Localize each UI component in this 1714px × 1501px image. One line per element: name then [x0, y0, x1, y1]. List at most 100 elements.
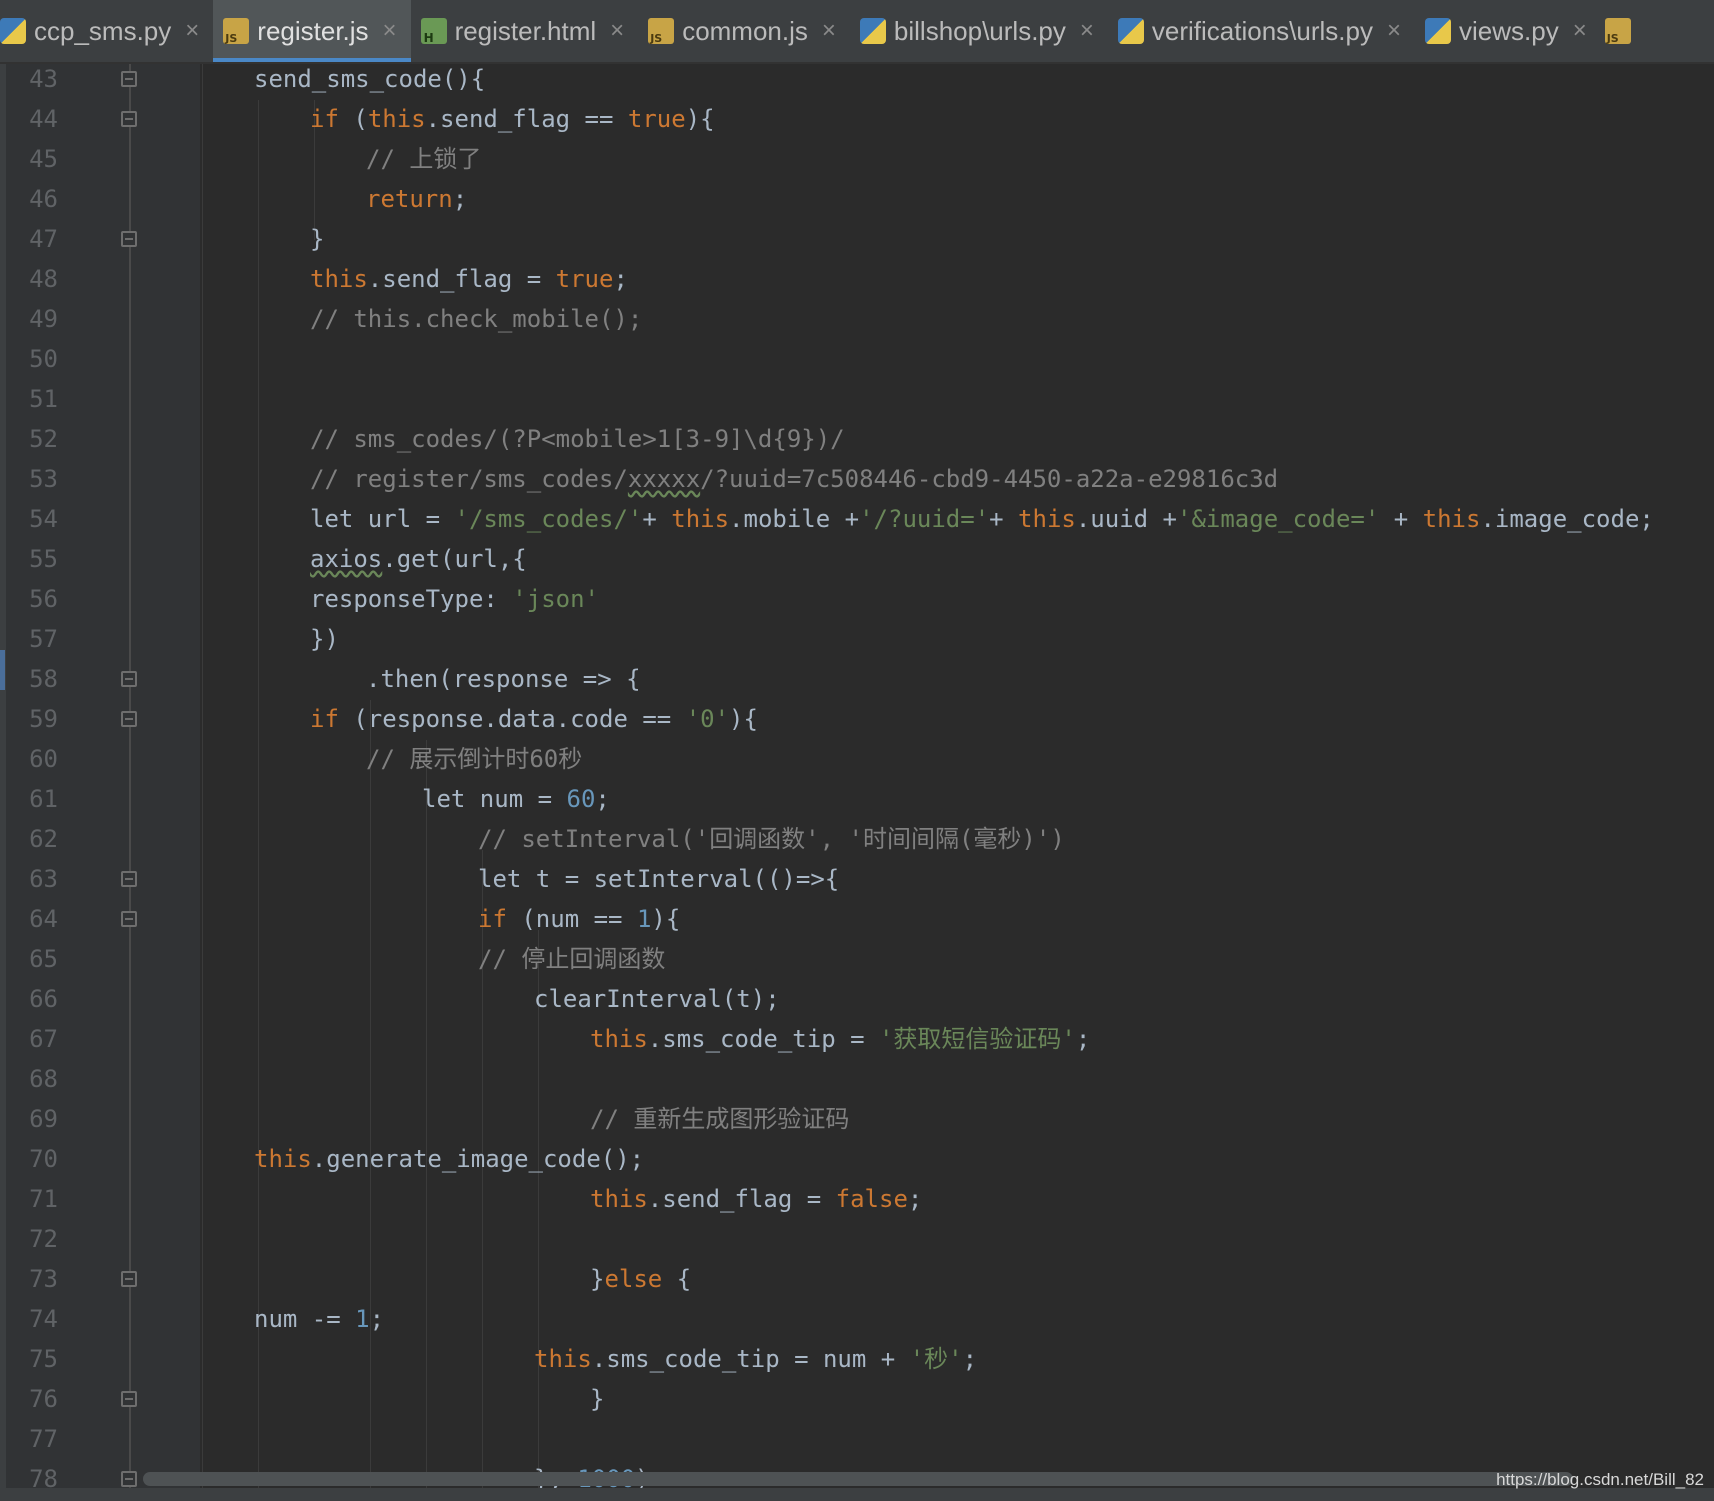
- code-token: ;: [1075, 1025, 1091, 1053]
- fold-toggle-icon[interactable]: [121, 1391, 137, 1407]
- code-line[interactable]: 63 let t = setInterval(()=>{: [0, 859, 1714, 899]
- code-line[interactable]: 60 // 展示倒计时60秒: [0, 739, 1714, 779]
- line-number: 71: [29, 1185, 58, 1213]
- code-line[interactable]: 58 .then(response => {: [0, 659, 1714, 699]
- tab-common-js[interactable]: common.js ×: [638, 0, 850, 62]
- fold-toggle-icon[interactable]: [121, 71, 137, 87]
- code-token: '/?uuid=': [859, 505, 990, 533]
- code-line[interactable]: 65 // 停止回调函数: [0, 939, 1714, 979]
- python-file-icon: [1117, 18, 1144, 44]
- code-line[interactable]: 45 // 上锁了: [0, 139, 1714, 179]
- code-token: this: [1422, 505, 1481, 533]
- code-line[interactable]: 61 let num = 60;: [0, 779, 1714, 819]
- line-number: 55: [29, 545, 58, 573]
- fold-toggle-icon[interactable]: [121, 1271, 137, 1287]
- code-line[interactable]: 59 if (response.data.code == '0'){: [0, 699, 1714, 739]
- tab-register-js[interactable]: register.js ×: [213, 0, 411, 62]
- code-line[interactable]: 73}else {: [0, 1259, 1714, 1299]
- code-token: (response.data.code ==: [338, 705, 686, 733]
- line-number: 54: [29, 505, 58, 533]
- line-number: 57: [29, 625, 58, 653]
- code-token: return: [366, 185, 453, 213]
- code-token: '获取短信验证码': [878, 1025, 1076, 1053]
- code-line[interactable]: 54 let url = '/sms_codes/'+ this.mobile +…: [0, 499, 1714, 539]
- code-line[interactable]: 77: [0, 1419, 1714, 1459]
- code-line[interactable]: 53 // register/sms_codes/xxxxx/?uuid=7c50…: [0, 459, 1714, 499]
- code-line[interactable]: 44 if (this.send_flag == true){: [0, 99, 1714, 139]
- close-icon[interactable]: ×: [185, 17, 199, 45]
- code-text: axios.get(url,{: [310, 539, 527, 579]
- code-token: }: [590, 1385, 605, 1413]
- code-line[interactable]: 74 num -= 1;: [0, 1299, 1714, 1339]
- tab-views-py[interactable]: views.py ×: [1415, 0, 1601, 62]
- js-file-icon: [223, 18, 250, 45]
- code-line[interactable]: 67 this.sms_code_tip = '获取短信验证码';: [0, 1019, 1714, 1059]
- close-icon[interactable]: ×: [822, 17, 836, 45]
- fold-toggle-icon[interactable]: [121, 1471, 137, 1487]
- code-token: +: [1379, 505, 1423, 533]
- code-line[interactable]: 69 // 重新生成图形验证码: [0, 1099, 1714, 1139]
- close-icon[interactable]: ×: [1080, 17, 1094, 45]
- code-text: }: [590, 1379, 604, 1419]
- code-token: .get(url,{: [382, 545, 527, 573]
- line-number: 44: [29, 105, 58, 133]
- code-text: // 上锁了: [366, 139, 481, 179]
- code-line[interactable]: 52 // sms_codes/(?P<mobile>1[3-9]\d{9})/: [0, 419, 1714, 459]
- code-token: // register/sms_codes/: [310, 465, 628, 493]
- code-token: (: [338, 105, 368, 133]
- code-line[interactable]: 56 responseType: 'json': [0, 579, 1714, 619]
- code-token: // this.check_mobile();: [310, 305, 643, 333]
- code-line[interactable]: 71 this.send_flag = false;: [0, 1179, 1714, 1219]
- line-number: 74: [29, 1305, 58, 1333]
- fold-toggle-icon[interactable]: [121, 871, 137, 887]
- close-icon[interactable]: ×: [1573, 17, 1587, 45]
- line-number: 61: [29, 785, 58, 813]
- close-icon[interactable]: ×: [383, 17, 397, 45]
- code-token: if: [310, 705, 339, 733]
- code-line[interactable]: 49 // this.check_mobile();: [0, 299, 1714, 339]
- code-line[interactable]: 64 if (num == 1){: [0, 899, 1714, 939]
- line-number: 53: [29, 465, 58, 493]
- line-number: 70: [29, 1145, 58, 1173]
- tab-ccp-sms-py[interactable]: ccp_sms.py ×: [0, 0, 213, 62]
- tab-billshop-urls-py[interactable]: billshop\urls.py ×: [850, 0, 1108, 62]
- tab-verifications-urls-py[interactable]: verifications\urls.py ×: [1108, 0, 1415, 62]
- horizontal-scrollbar[interactable]: [143, 1472, 1573, 1486]
- code-line[interactable]: 62 // setInterval('回调函数', '时间间隔(毫秒)'): [0, 819, 1714, 859]
- line-number: 48: [29, 265, 58, 293]
- code-line[interactable]: 76}: [0, 1379, 1714, 1419]
- fold-toggle-icon[interactable]: [121, 111, 137, 127]
- code-line[interactable]: 55 axios.get(url,{: [0, 539, 1714, 579]
- code-line[interactable]: 75 this.sms_code_tip = num + '秒';: [0, 1339, 1714, 1379]
- code-line[interactable]: 70 this.generate_image_code();: [0, 1139, 1714, 1179]
- code-token: '/sms_codes/': [454, 505, 643, 533]
- code-text: responseType: 'json': [310, 579, 599, 619]
- code-line[interactable]: 72: [0, 1219, 1714, 1259]
- code-line[interactable]: 46 return;: [0, 179, 1714, 219]
- code-line[interactable]: 47}: [0, 219, 1714, 259]
- code-line[interactable]: 51: [0, 379, 1714, 419]
- fold-toggle-icon[interactable]: [121, 911, 137, 927]
- line-number: 45: [29, 145, 58, 173]
- code-line[interactable]: 66 clearInterval(t);: [0, 979, 1714, 1019]
- code-line[interactable]: 50: [0, 339, 1714, 379]
- overflow-tab[interactable]: [1601, 0, 1643, 62]
- code-line[interactable]: 48 this.send_flag = true;: [0, 259, 1714, 299]
- fold-toggle-icon[interactable]: [121, 231, 137, 247]
- code-token: .send_flag =: [367, 265, 556, 293]
- close-icon[interactable]: ×: [610, 17, 624, 45]
- line-number: 59: [29, 705, 58, 733]
- code-token: xxxxx: [627, 465, 701, 493]
- code-line[interactable]: 57}): [0, 619, 1714, 659]
- fold-toggle-icon[interactable]: [121, 671, 137, 687]
- code-line[interactable]: 43 send_sms_code(){: [0, 59, 1714, 99]
- tab-register-html[interactable]: register.html ×: [411, 0, 639, 62]
- code-token: false: [835, 1185, 908, 1213]
- code-token: this: [671, 505, 730, 533]
- code-token: this: [534, 1345, 592, 1373]
- code-line[interactable]: 68: [0, 1059, 1714, 1099]
- close-icon[interactable]: ×: [1387, 17, 1401, 45]
- code-token: ){: [651, 905, 681, 933]
- fold-toggle-icon[interactable]: [121, 711, 137, 727]
- line-number: 56: [29, 585, 58, 613]
